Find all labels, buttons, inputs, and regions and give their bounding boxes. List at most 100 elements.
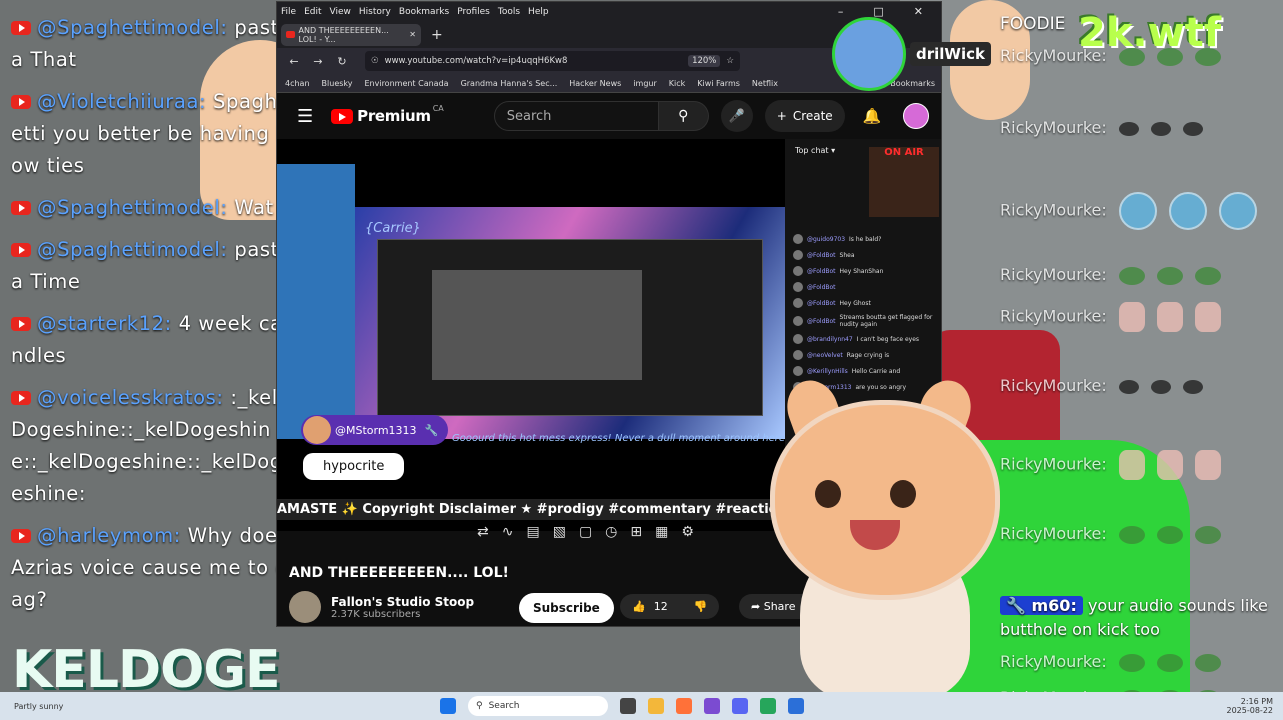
url-text: www.youtube.com/watch?v=ip4uqqH6Kw8: [384, 56, 568, 66]
windows-start-icon[interactable]: [440, 698, 456, 714]
chat-app-icon[interactable]: [760, 698, 776, 714]
zoom-level[interactable]: 120%: [688, 55, 721, 67]
channel-info: Fallon's Studio Stoop 2.37K subscribers: [289, 591, 474, 623]
live-chat-username: @FoldBot: [807, 251, 836, 259]
right-chat-row: RickyMourke:: [1000, 652, 1221, 672]
audio-icon[interactable]: ∿: [502, 524, 514, 540]
live-chat-avatar: [793, 282, 803, 292]
youtube-premium-logo[interactable]: Premium CA: [331, 104, 444, 125]
menu-view[interactable]: View: [330, 7, 351, 17]
chat-message: @starterk12: 4 week candles: [11, 308, 290, 372]
live-chat-message: @guido9703 Is he bald?: [785, 231, 941, 247]
bookmark-netflix[interactable]: Netflix: [752, 79, 778, 88]
chat-message: @Violetchiiuraa: Spaghetti you better be…: [11, 86, 290, 182]
taskbar-search[interactable]: ⚲ Search: [468, 696, 608, 716]
subscribe-button[interactable]: Subscribe: [519, 593, 614, 623]
bookmark-imgur[interactable]: imgur: [633, 79, 656, 88]
live-chat-avatar: [793, 366, 803, 376]
file-explorer-icon[interactable]: [648, 698, 664, 714]
right-chat-username: RickyMourke:: [1000, 118, 1107, 137]
task-view-icon[interactable]: [620, 698, 636, 714]
menu-history[interactable]: History: [359, 7, 391, 17]
video-player[interactable]: {Carrie} Gooourd this hot mess express! …: [277, 139, 785, 531]
fullscreen-icon[interactable]: ▢: [579, 524, 592, 540]
reload-icon[interactable]: ↻: [335, 55, 349, 68]
bookmark-hacker-news[interactable]: Hacker News: [569, 79, 621, 88]
right-chat-text: FOODIE: [1000, 14, 1066, 34]
close-icon[interactable]: ✕: [914, 5, 923, 18]
maximize-icon[interactable]: □: [873, 5, 883, 18]
emote-icon: [1118, 653, 1145, 672]
chat-username: @harleymom:: [37, 524, 181, 547]
settings-gear-icon[interactable]: ⚙: [681, 524, 694, 540]
search-button[interactable]: ⚲: [658, 101, 709, 131]
chat-username: @Violetchiiuraa:: [37, 90, 207, 113]
right-chat-row: RickyMourke:: [1000, 524, 1221, 544]
menu-tools[interactable]: Tools: [498, 7, 520, 17]
live-chat-avatar: [793, 250, 803, 260]
forward-icon[interactable]: →: [311, 55, 325, 68]
menu-icon[interactable]: ☰: [297, 106, 313, 127]
video-inner-player: [432, 270, 642, 380]
notifications-bell-icon[interactable]: 🔔: [863, 107, 882, 125]
menu-bookmarks[interactable]: Bookmarks: [399, 7, 449, 17]
discord-icon[interactable]: [732, 698, 748, 714]
right-chat-row: RickyMourke:: [1000, 450, 1221, 480]
menu-file[interactable]: File: [281, 7, 296, 17]
bookmark-kick[interactable]: Kick: [669, 79, 686, 88]
channel-name[interactable]: Fallon's Studio Stoop: [331, 595, 474, 609]
create-button[interactable]: + Create: [764, 100, 845, 132]
dislike-icon[interactable]: 👎: [694, 600, 708, 613]
app-icon[interactable]: [704, 698, 720, 714]
screenshot-icon[interactable]: ▦: [655, 524, 668, 540]
bookmark-star-icon[interactable]: ☆: [726, 56, 734, 66]
minimize-icon[interactable]: –: [838, 5, 844, 18]
taskbar-clock[interactable]: 2:16 PM 2025-08-22: [1227, 697, 1274, 715]
firefox-icon[interactable]: [676, 698, 692, 714]
live-chat-username: @guido9703: [807, 235, 846, 243]
live-chat-avatar: [793, 334, 803, 344]
live-chat-text: Hello Carrie and: [851, 367, 901, 375]
shield-icon[interactable]: ☉: [371, 56, 379, 66]
search-input[interactable]: Search: [493, 101, 659, 131]
windows-app-icon[interactable]: [788, 698, 804, 714]
browser-tab[interactable]: AND THEEEEEEEEEN... LOL! - Y... ✕: [281, 23, 421, 46]
new-tab-icon[interactable]: +: [431, 27, 443, 43]
youtube-icon: [11, 243, 31, 257]
live-chat-username: @neoVelvet: [807, 351, 843, 359]
bookmark-4chan[interactable]: 4chan: [285, 79, 310, 88]
youtube-logo-icon: [331, 108, 354, 124]
weather-widget[interactable]: Partly sunny: [14, 702, 63, 711]
left-chat-overlay: @Spaghettimodel: pasta That @Violetchiiur…: [0, 0, 290, 720]
bookmark-kiwi-farms[interactable]: Kiwi Farms: [697, 79, 740, 88]
channel-avatar[interactable]: [289, 591, 321, 623]
bookmark-environment-canada[interactable]: Environment Canada: [364, 79, 448, 88]
emote-icon: [1118, 525, 1145, 544]
speed-icon[interactable]: ◷: [605, 524, 617, 540]
cat-eye-left: [815, 480, 841, 508]
film-icon[interactable]: ▧: [553, 524, 566, 540]
menu-profiles[interactable]: Profiles: [457, 7, 490, 17]
tab-close-icon[interactable]: ✕: [409, 30, 416, 39]
voice-search-button[interactable]: 🎤: [720, 100, 753, 132]
live-chat-text: Rage crying is: [846, 351, 890, 359]
like-icon[interactable]: 👍: [632, 600, 646, 613]
youtube-icon: [11, 391, 31, 405]
bookmark-grandma-hanna[interactable]: Grandma Hanna's Sec...: [461, 79, 558, 88]
subtitles-icon[interactable]: ▤: [526, 524, 539, 540]
live-chat-text: I can't beg face eyes: [856, 335, 920, 343]
right-chat-row: RickyMourke:: [1000, 265, 1221, 285]
loop-icon[interactable]: ⇄: [477, 524, 489, 540]
bookmark-bluesky[interactable]: Bluesky: [322, 79, 353, 88]
streamer-avatar-webcam: [832, 17, 906, 91]
back-icon[interactable]: ←: [287, 55, 301, 68]
address-bar[interactable]: ☉ www.youtube.com/watch?v=ip4uqqH6Kw8 12…: [365, 51, 740, 71]
share-icon: ➦: [751, 600, 761, 613]
emote-icon: [1194, 653, 1221, 672]
emote-icon: [1182, 379, 1203, 394]
chat-message: @voicelesskratos: :_kelDogeshine::_kelDo…: [11, 382, 290, 510]
menu-edit[interactable]: Edit: [304, 7, 321, 17]
menu-help[interactable]: Help: [528, 7, 549, 17]
user-avatar[interactable]: [903, 103, 930, 129]
add-icon[interactable]: ⊞: [630, 524, 642, 540]
